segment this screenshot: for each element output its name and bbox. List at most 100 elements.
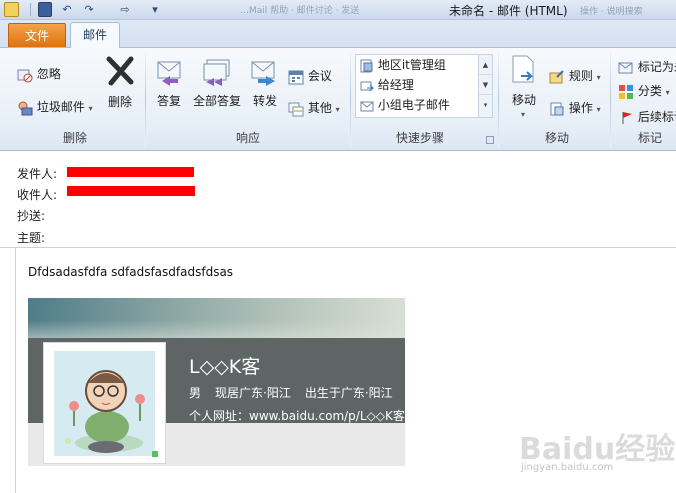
chevron-down-icon: ▾ — [335, 105, 340, 114]
profile-card: L◇◇K客 男现居广东·阳江 出生于广东·阳江 个人网址：www.baidu.co… — [28, 298, 405, 466]
message-header: 发件人: 收件人: 抄送: 主题: — [0, 152, 676, 247]
tab-mail[interactable]: 邮件 — [70, 22, 120, 48]
mark-unread-icon — [618, 62, 633, 73]
delete-label: 删除 — [107, 95, 132, 109]
quick-step-item[interactable]: 给经理 — [360, 76, 414, 94]
quick-step-item[interactable]: 地区it管理组 — [360, 56, 446, 74]
quick-steps-gallery: 地区it管理组 给经理 小组电子邮件 ▲ ▼ ▾ — [355, 54, 493, 118]
title-bar: ↶ ↷ ⇨ ▾ …Mail 帮助 · 邮件讨论 · 发送 未命名 - 邮件 (H… — [0, 0, 676, 20]
quick-step-team-email-icon — [360, 101, 374, 111]
undo-icon[interactable]: ↶ — [60, 2, 74, 17]
more-respond-icon — [288, 102, 304, 116]
group-separator — [610, 52, 611, 148]
actions-button[interactable]: 操作 ▾ — [549, 99, 601, 117]
save-icon[interactable] — [38, 2, 52, 17]
quick-step-item[interactable]: 小组电子邮件 — [360, 96, 450, 114]
profile-birthplace: 出生于广东·阳江 — [304, 386, 393, 400]
group-label-delete: 删除 — [62, 131, 87, 145]
rules-label: 规则 — [568, 69, 593, 83]
profile-info: 男现居广东·阳江 出生于广东·阳江 — [189, 384, 393, 401]
message-body-text: Dfdsadasfdfa sdfadsfasdfadsfdsas — [28, 265, 234, 279]
chevron-down-icon: ▾ — [596, 105, 601, 114]
to-redaction — [67, 186, 195, 196]
rules-button[interactable]: 规则 ▾ — [549, 67, 601, 85]
ribbon: 忽略 垃圾邮件 ▾ 删除 删除 答复 全部答复 转发 会议 其他 ▾ 响应 地区… — [0, 47, 676, 151]
forward-label: 转发 — [252, 94, 277, 108]
outlook-app-icon[interactable] — [4, 2, 19, 17]
scroll-up-icon[interactable]: ▲ — [479, 55, 492, 75]
actions-icon — [550, 102, 564, 115]
ribbon-tab-bar: 文件 邮件 — [0, 20, 676, 48]
reply-label: 答复 — [156, 94, 181, 108]
profile-name: L◇◇K客 — [189, 356, 261, 378]
profile-gender: 男 — [189, 386, 202, 400]
follow-up-flag-icon — [622, 111, 632, 124]
group-label-tags: 标记 — [637, 131, 662, 145]
meeting-button[interactable]: 会议 — [288, 67, 332, 85]
profile-location: 现居广东·阳江 — [215, 386, 291, 400]
chevron-down-icon: ▾ — [88, 104, 93, 113]
junk-mail-icon — [18, 101, 33, 115]
forward-icon — [251, 61, 275, 86]
redo-icon[interactable]: ↷ — [82, 2, 96, 17]
rules-icon — [549, 69, 564, 83]
quick-step-label: 小组电子邮件 — [377, 98, 450, 112]
ghosted-background-text: …Mail 帮助 · 邮件讨论 · 发送 — [240, 6, 360, 15]
delete-x-icon — [106, 56, 134, 86]
group-separator — [145, 52, 146, 148]
quick-access-dropdown-icon[interactable]: ▾ — [150, 2, 160, 17]
reply-icon — [157, 61, 181, 86]
quick-step-team-icon — [360, 59, 373, 72]
reply-all-label: 全部答复 — [192, 94, 241, 108]
expand-gallery-icon[interactable]: ▾ — [479, 95, 492, 115]
watermark-url: jingyan.baidu.com — [521, 462, 614, 473]
avatar-image — [54, 351, 155, 456]
window-title: 未命名 - 邮件 (HTML) — [449, 4, 568, 18]
more-label: 其他 — [307, 101, 332, 115]
group-label-respond: 响应 — [235, 131, 260, 145]
categorize-icon — [619, 84, 633, 99]
ignore-button[interactable]: 忽略 — [17, 65, 61, 83]
separator — [30, 3, 31, 16]
dialog-launcher-icon[interactable] — [486, 136, 494, 144]
quick-step-label: 给经理 — [377, 78, 414, 92]
group-separator — [350, 52, 351, 148]
mark-as-label: 标记为未 — [637, 60, 676, 74]
meeting-label: 会议 — [307, 69, 332, 83]
forward-arrows-icon[interactable]: ⇨ — [118, 2, 132, 17]
quick-steps-scroller[interactable]: ▲ ▼ ▾ — [478, 55, 492, 117]
follow-up-label: 后续标记 — [637, 110, 676, 124]
reply-all-icon — [203, 59, 230, 86]
follow-up-button[interactable]: 后续标记 — [620, 108, 676, 125]
group-label-move: 移动 — [544, 131, 569, 145]
tab-file[interactable]: 文件 — [8, 23, 66, 47]
quick-step-forward-icon — [360, 81, 374, 91]
categorize-label: 分类 — [637, 84, 662, 98]
online-status-dot — [152, 451, 158, 457]
mark-as-button[interactable]: 标记为未 — [618, 58, 676, 76]
ignore-icon — [17, 69, 33, 82]
move-folder-icon — [512, 55, 534, 83]
move-label: 移动 — [511, 93, 536, 107]
cartoon-avatar-icon — [65, 370, 145, 453]
chevron-down-icon: ▾ — [596, 73, 601, 82]
card-banner-haze — [28, 320, 405, 340]
to-label: 收件人: — [17, 188, 58, 202]
baidu-watermark: Baidu经验 jingyan.baidu.com — [519, 424, 675, 476]
subject-label: 主题: — [17, 231, 46, 245]
profile-url[interactable]: 个人网址：www.baidu.com/p/L◇◇K客 — [189, 407, 405, 424]
scroll-down-icon[interactable]: ▼ — [479, 75, 492, 95]
from-label: 发件人: — [17, 167, 58, 181]
junk-mail-button[interactable]: 垃圾邮件 ▾ — [17, 98, 93, 116]
actions-label: 操作 — [568, 101, 593, 115]
more-respond-button[interactable]: 其他 ▾ — [288, 99, 340, 117]
from-redaction — [67, 167, 194, 177]
chevron-down-icon: ▾ — [521, 110, 526, 119]
categorize-button[interactable]: 分类 ▾ — [618, 82, 670, 100]
quick-step-label: 地区it管理组 — [377, 58, 446, 72]
chevron-down-icon: ▾ — [665, 88, 670, 97]
cc-label: 抄送: — [17, 209, 46, 223]
junk-mail-label: 垃圾邮件 — [36, 100, 85, 114]
ignore-label: 忽略 — [36, 67, 61, 81]
group-separator — [498, 52, 499, 148]
